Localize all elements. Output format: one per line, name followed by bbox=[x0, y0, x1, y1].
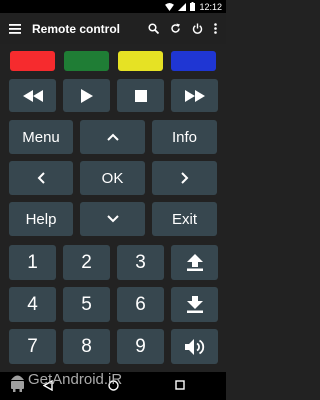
chevron-right-icon bbox=[180, 172, 188, 184]
recents-icon[interactable] bbox=[175, 380, 185, 390]
chevron-left-icon bbox=[37, 172, 45, 184]
number-button-8[interactable]: 8 bbox=[63, 329, 110, 364]
menu-icon[interactable] bbox=[4, 18, 26, 40]
page-title: Remote control bbox=[32, 21, 121, 36]
info-button[interactable]: Info bbox=[152, 120, 217, 154]
number-button-3[interactable]: 3 bbox=[117, 245, 164, 280]
chevron-down-icon bbox=[106, 215, 119, 223]
down-button[interactable] bbox=[80, 202, 145, 236]
rewind-button[interactable] bbox=[9, 79, 56, 112]
play-icon bbox=[80, 88, 93, 103]
refresh-icon[interactable] bbox=[164, 18, 186, 40]
battery-icon bbox=[190, 2, 196, 11]
power-icon[interactable] bbox=[186, 18, 208, 40]
fast-forward-button[interactable] bbox=[171, 79, 218, 112]
red-button[interactable] bbox=[10, 51, 55, 71]
stop-icon bbox=[134, 89, 147, 102]
android-logo-icon bbox=[11, 375, 24, 392]
fast-forward-icon bbox=[184, 89, 205, 102]
menu-button[interactable]: Menu bbox=[9, 120, 73, 154]
rewind-icon bbox=[22, 89, 43, 102]
blue-button[interactable] bbox=[171, 51, 216, 71]
number-button-1[interactable]: 1 bbox=[9, 245, 56, 280]
number-button-7[interactable]: 7 bbox=[9, 329, 56, 364]
toolbar: Remote control bbox=[0, 13, 226, 44]
number-button-9[interactable]: 9 bbox=[117, 329, 164, 364]
number-button-6[interactable]: 6 bbox=[117, 287, 164, 322]
channel-down-icon bbox=[186, 296, 203, 313]
yellow-button[interactable] bbox=[118, 51, 163, 71]
up-button[interactable] bbox=[80, 120, 145, 154]
number-button-5[interactable]: 5 bbox=[63, 287, 110, 322]
more-icon[interactable] bbox=[208, 18, 222, 40]
right-button[interactable] bbox=[152, 161, 217, 195]
help-button[interactable]: Help bbox=[9, 202, 73, 236]
play-button[interactable] bbox=[63, 79, 110, 112]
number-button-2[interactable]: 2 bbox=[63, 245, 110, 280]
channel-up-icon bbox=[186, 254, 203, 271]
stop-button[interactable] bbox=[117, 79, 164, 112]
channel-up-button[interactable] bbox=[171, 245, 218, 280]
status-time: 12:12 bbox=[199, 1, 222, 12]
number-button-4[interactable]: 4 bbox=[9, 287, 56, 322]
volume-icon bbox=[184, 338, 204, 355]
exit-button[interactable]: Exit bbox=[152, 202, 217, 236]
volume-button[interactable] bbox=[171, 329, 218, 364]
status-bar: 12:12 bbox=[0, 0, 226, 13]
green-button[interactable] bbox=[64, 51, 109, 71]
search-icon[interactable] bbox=[142, 18, 164, 40]
signal-icon bbox=[178, 2, 187, 11]
left-button[interactable] bbox=[9, 161, 73, 195]
ok-button[interactable]: OK bbox=[80, 161, 145, 195]
chevron-up-icon bbox=[106, 133, 119, 141]
watermark: GetAndroid.iR bbox=[28, 371, 123, 388]
channel-down-button[interactable] bbox=[171, 287, 218, 322]
wifi-icon bbox=[165, 2, 175, 11]
